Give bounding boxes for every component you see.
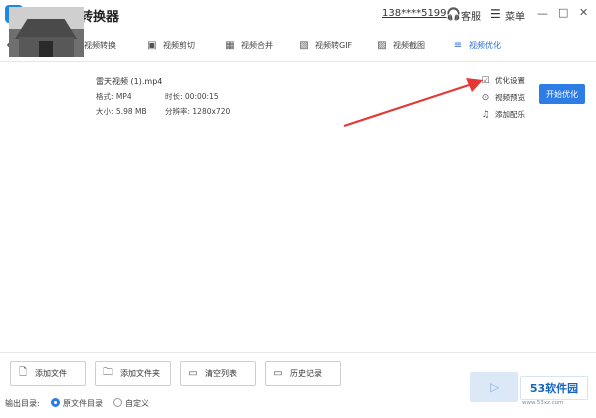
add-file-icon: 🗋	[18, 367, 28, 378]
file-name: 雷天视频 (1).mp4	[96, 77, 163, 86]
watermark-text: 53软件园	[529, 382, 579, 395]
tab-video-optimize[interactable]: ≡ 视频优化	[452, 30, 501, 61]
tab-label: 视频截图	[393, 41, 425, 50]
clear-list-label: 清空列表	[205, 369, 237, 378]
watermark-play-icon: ▷	[490, 380, 500, 394]
menu-label[interactable]: 菜单	[505, 8, 525, 23]
output-directory-label: 输出目录:	[5, 399, 40, 408]
add-folder-label: 添加文件夹	[120, 369, 160, 378]
add-folder-icon: 🗀	[103, 367, 113, 378]
watermark-logo: 53软件园	[520, 376, 588, 400]
source-dir-radio[interactable]	[51, 398, 60, 407]
add-file-label: 添加文件	[35, 369, 67, 378]
tab-video-cut[interactable]: ▣ 视频剪切	[146, 30, 195, 61]
maximize-button[interactable]: □	[558, 6, 568, 19]
account-phone-link[interactable]: 138****5199	[382, 8, 447, 19]
history-label: 历史记录	[290, 369, 322, 378]
cut-icon: ▣	[147, 40, 157, 51]
minimize-button[interactable]: —	[537, 7, 548, 20]
gif-icon: ▧	[299, 40, 309, 51]
file-resolution: 分辨率: 1280x720	[165, 107, 231, 116]
tab-label: 视频剪切	[163, 41, 195, 50]
source-dir-label[interactable]: 原文件目录	[63, 398, 103, 409]
video-thumbnail	[9, 7, 84, 57]
service-label[interactable]: 客服	[461, 8, 481, 23]
add-file-button[interactable]: 🗋 添加文件	[10, 361, 86, 386]
tab-video-to-gif[interactable]: ▧ 视频转GIF	[298, 30, 352, 61]
menu-icon[interactable]: ☰	[490, 7, 501, 21]
file-duration: 时长: 00:00:15	[165, 92, 219, 101]
history-button[interactable]: ▭ 历史记录	[265, 361, 341, 386]
clear-icon: ▭	[188, 368, 198, 379]
screenshot-icon: ▨	[377, 40, 387, 51]
custom-dir-radio[interactable]	[113, 398, 122, 407]
annotation-arrow	[343, 78, 483, 128]
merge-icon: ▦	[225, 40, 235, 51]
tab-label: 视频转GIF	[315, 41, 353, 50]
video-preview-label: 视频预览	[495, 93, 525, 102]
close-button[interactable]: ✕	[579, 6, 588, 19]
optimize-icon: ≡	[453, 40, 463, 51]
divider	[0, 352, 596, 353]
file-size: 大小: 5.98 MB	[96, 107, 147, 116]
headset-icon[interactable]: 🎧	[446, 7, 461, 21]
tab-label: 视频转换	[84, 41, 116, 50]
add-music-label: 添加配乐	[495, 110, 525, 119]
history-icon: ▭	[273, 368, 283, 379]
add-folder-button[interactable]: 🗀 添加文件夹	[95, 361, 171, 386]
file-format: 格式: MP4	[96, 92, 132, 101]
tab-label: 视频合并	[241, 41, 273, 50]
watermark-url: www.53xz.com	[522, 400, 564, 406]
clear-list-button[interactable]: ▭ 清空列表	[180, 361, 256, 386]
tab-label: 视频优化	[469, 41, 501, 50]
custom-dir-label[interactable]: 自定义	[125, 398, 149, 409]
start-optimize-button[interactable]: 开始优化	[539, 84, 585, 104]
tab-video-merge[interactable]: ▦ 视频合并	[224, 30, 273, 61]
optimize-settings-label: 优化设置	[495, 76, 525, 85]
tab-video-screenshot[interactable]: ▨ 视频截图	[376, 30, 425, 61]
